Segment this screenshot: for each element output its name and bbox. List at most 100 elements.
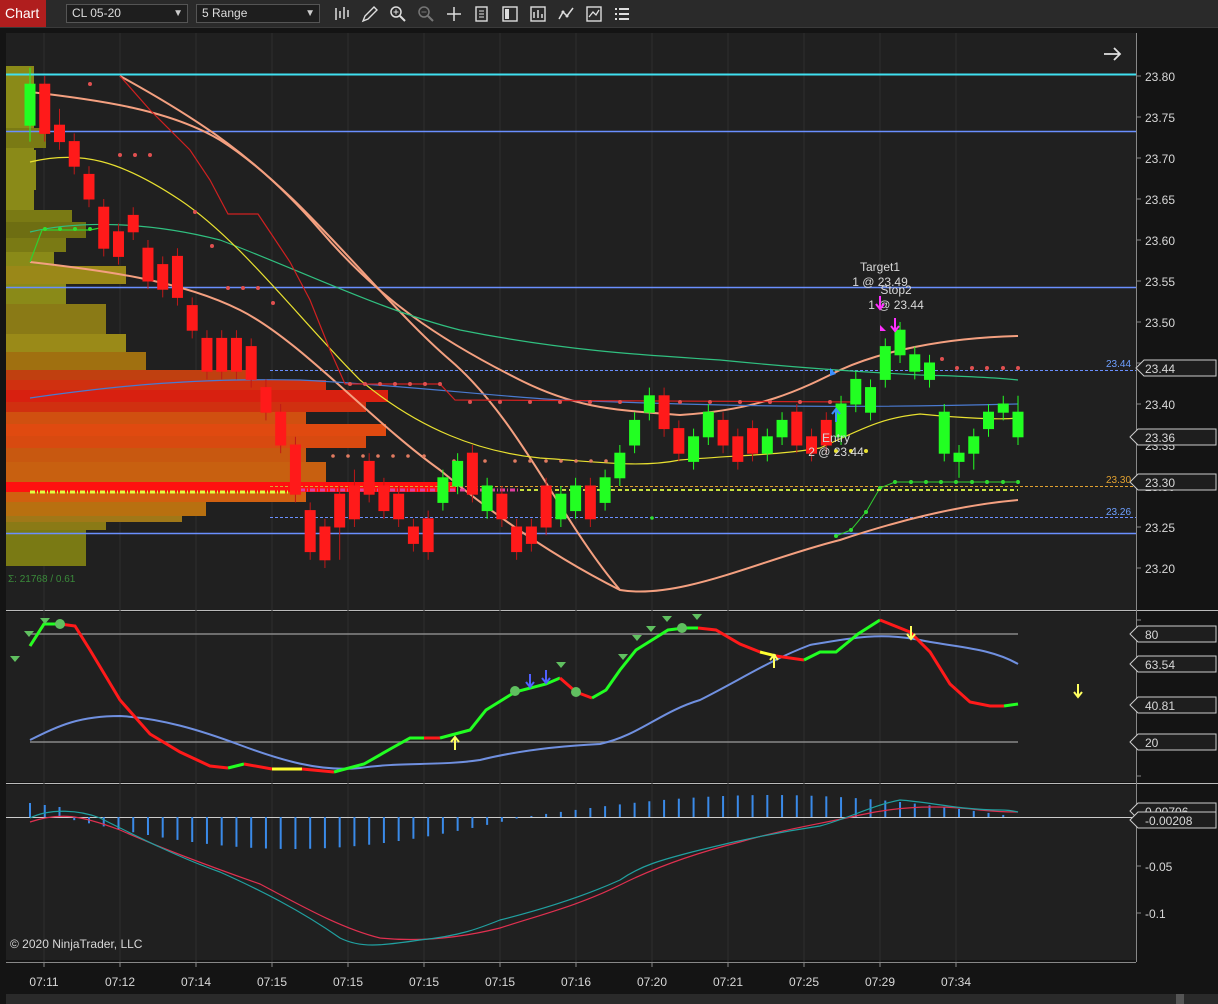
price-marker-label: 23.30 — [1145, 476, 1175, 490]
price-tick-label: 23.25 — [1145, 521, 1175, 535]
candle-body — [363, 460, 375, 495]
bar-type-value: 5 Range — [202, 6, 248, 20]
bar-type-selector[interactable]: 5 Range ▼ — [196, 4, 320, 23]
candle-body — [658, 395, 670, 430]
oscillator-axis: 80 63.54 40.81 20 — [1129, 619, 1217, 777]
candle-body — [245, 346, 257, 380]
candle-body — [629, 419, 641, 446]
candle-body — [334, 493, 346, 528]
time-tick-label: 07:14 — [181, 975, 211, 989]
candle-body — [481, 485, 493, 512]
time-tick-label: 07:29 — [865, 975, 895, 989]
properties-icon[interactable] — [472, 4, 492, 24]
price-tick-label: 23.75 — [1145, 111, 1175, 125]
candle-body — [348, 485, 360, 520]
macd-marker: -0.00208 — [1145, 814, 1193, 828]
indicators-icon[interactable] — [556, 4, 576, 24]
candle-body — [732, 436, 744, 462]
crosshair-icon[interactable] — [444, 4, 464, 24]
candle-body — [422, 518, 434, 553]
oscillator-marker: 63.54 — [1145, 658, 1175, 672]
price-tick-label: 23.65 — [1145, 193, 1175, 207]
candle-body — [953, 452, 965, 462]
chart-canvas[interactable]: Σ: 21768 / 0.61 Target1 1 @ 23.49 Stop2 … — [0, 28, 1218, 1004]
instrument-selector[interactable]: CL 05-20 ▼ — [66, 4, 188, 23]
data-box-icon[interactable] — [612, 4, 632, 24]
candle — [540, 477, 552, 536]
candle-body — [614, 452, 626, 479]
candle-body — [496, 493, 508, 520]
candle-body — [555, 493, 567, 520]
chevron-down-icon: ▼ — [305, 8, 315, 19]
candle-body — [466, 452, 478, 495]
candle-body — [983, 411, 995, 430]
candle-body — [157, 264, 169, 290]
macd-tick: -0.1 — [1145, 907, 1166, 921]
level-line-label: 23.30 — [1106, 475, 1131, 486]
price-tick-label: 23.40 — [1145, 398, 1175, 412]
candle — [304, 502, 316, 560]
macd-axis: 0.00706 -0.00208 -0.05 -0.1 — [1129, 802, 1217, 921]
price-tick-label: 23.60 — [1145, 234, 1175, 248]
candle-body — [319, 526, 331, 561]
candle-body — [201, 337, 213, 372]
candle-body — [570, 485, 582, 512]
volume-profile-label: Σ: 21768 / 0.61 — [8, 574, 76, 585]
candle-body — [643, 395, 655, 413]
candle — [171, 248, 183, 306]
candle-body — [230, 337, 242, 372]
time-tick-label: 07:34 — [941, 975, 971, 989]
candle-body — [865, 387, 877, 413]
candle-body — [452, 460, 464, 487]
oscillator-marker: 40.81 — [1145, 699, 1175, 713]
candle-body — [68, 141, 80, 167]
price-marker-label: 23.36 — [1145, 431, 1175, 445]
tab-chart[interactable]: Chart — [0, 0, 46, 27]
candle-body — [289, 444, 301, 495]
candle-body — [584, 485, 596, 520]
strategies-icon[interactable] — [528, 4, 548, 24]
candle-body — [437, 477, 449, 503]
copyright-text: © 2020 NinjaTrader, LLC — [10, 937, 143, 951]
price-tick-label: 23.20 — [1145, 562, 1175, 576]
candle — [98, 199, 110, 257]
candle-body — [24, 83, 36, 126]
price-axis[interactable]: 23.8023.7523.7023.6523.6023.5523.5023.45… — [1136, 70, 1175, 576]
zoom-in-icon[interactable] — [388, 4, 408, 24]
time-tick-label: 07:16 — [561, 975, 591, 989]
candle-body — [127, 214, 139, 233]
candle-body — [688, 436, 700, 462]
time-tick-label: 07:21 — [713, 975, 743, 989]
candle-body — [511, 526, 523, 553]
time-tick-label: 07:15 — [333, 975, 363, 989]
bar-type-icon[interactable] — [332, 4, 352, 24]
candle-body — [599, 477, 611, 503]
candle-body — [924, 362, 936, 380]
candle-body — [747, 428, 759, 454]
candle-body — [186, 305, 198, 331]
candle — [39, 76, 51, 142]
templates-icon[interactable] — [500, 4, 520, 24]
time-axis[interactable]: 07:11 07:12 07:14 07:15 07:15 07:15 07:15 07:16… — [29, 962, 971, 989]
candle-body — [850, 378, 862, 405]
candle — [289, 436, 301, 503]
entry-title: Entry — [822, 431, 850, 445]
candle — [938, 404, 950, 462]
candle-body — [112, 231, 124, 257]
candle-body — [702, 411, 714, 438]
candle-body — [525, 526, 537, 544]
chart-toolbar: Chart CL 05-20 ▼ 5 Range ▼ — [0, 0, 1218, 28]
scrollbar-thumb[interactable] — [1176, 994, 1184, 1004]
candle-body — [673, 428, 685, 454]
candle-body — [171, 255, 183, 298]
candle-body — [378, 485, 390, 512]
zoom-out-icon[interactable] — [416, 4, 436, 24]
chart-trader-icon[interactable] — [584, 4, 604, 24]
draw-pencil-icon[interactable] — [360, 4, 380, 24]
level-line-label: 23.44 — [1106, 359, 1131, 370]
candle-body — [776, 419, 788, 438]
candle-body — [39, 83, 51, 134]
candle-body — [540, 485, 552, 528]
horizontal-scrollbar[interactable] — [6, 994, 1218, 1004]
candle-body — [83, 173, 95, 200]
